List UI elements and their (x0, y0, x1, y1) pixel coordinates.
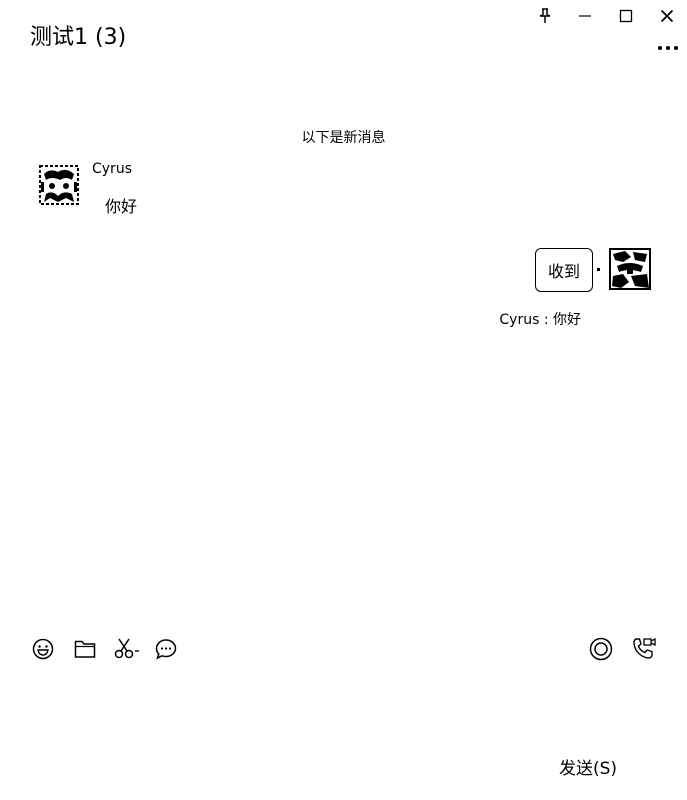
emoji-button[interactable] (30, 636, 56, 662)
call-button[interactable] (630, 636, 658, 662)
chat-title: 测试1 (3) (30, 25, 127, 50)
file-button[interactable] (72, 636, 98, 662)
minimize-icon (579, 15, 591, 17)
maximize-button[interactable] (612, 4, 640, 28)
new-messages-divider: 以下是新消息 (301, 130, 386, 146)
incoming-message-text: 你好 (105, 197, 138, 216)
chat-bubble-icon (155, 639, 177, 660)
phone-video-icon (633, 637, 656, 659)
close-button[interactable] (653, 4, 681, 28)
sender-name: Cyrus (92, 161, 132, 177)
folder-icon (74, 640, 96, 658)
minimize-button[interactable] (571, 4, 599, 28)
bubble-tail (597, 268, 600, 271)
quoted-message: Cyrus : 你好 (499, 312, 581, 328)
screenshot-button[interactable] (112, 636, 142, 662)
send-button[interactable]: 发送(S) (552, 752, 624, 780)
close-icon (660, 9, 674, 23)
more-icon (658, 46, 678, 50)
live-icon (589, 637, 613, 661)
emoji-icon (32, 638, 54, 660)
more-options-button[interactable] (654, 38, 682, 58)
sender-avatar[interactable] (38, 164, 80, 206)
pin-button[interactable] (531, 4, 559, 28)
outgoing-message-text: 收到 (547, 262, 580, 281)
self-avatar[interactable] (609, 248, 651, 290)
maximize-icon (619, 9, 633, 23)
scissors-icon (114, 638, 139, 659)
outgoing-message-bubble[interactable]: 收到 (535, 248, 593, 292)
pin-icon (539, 8, 551, 23)
chat-history-button[interactable] (153, 636, 179, 662)
live-button[interactable] (588, 636, 614, 662)
